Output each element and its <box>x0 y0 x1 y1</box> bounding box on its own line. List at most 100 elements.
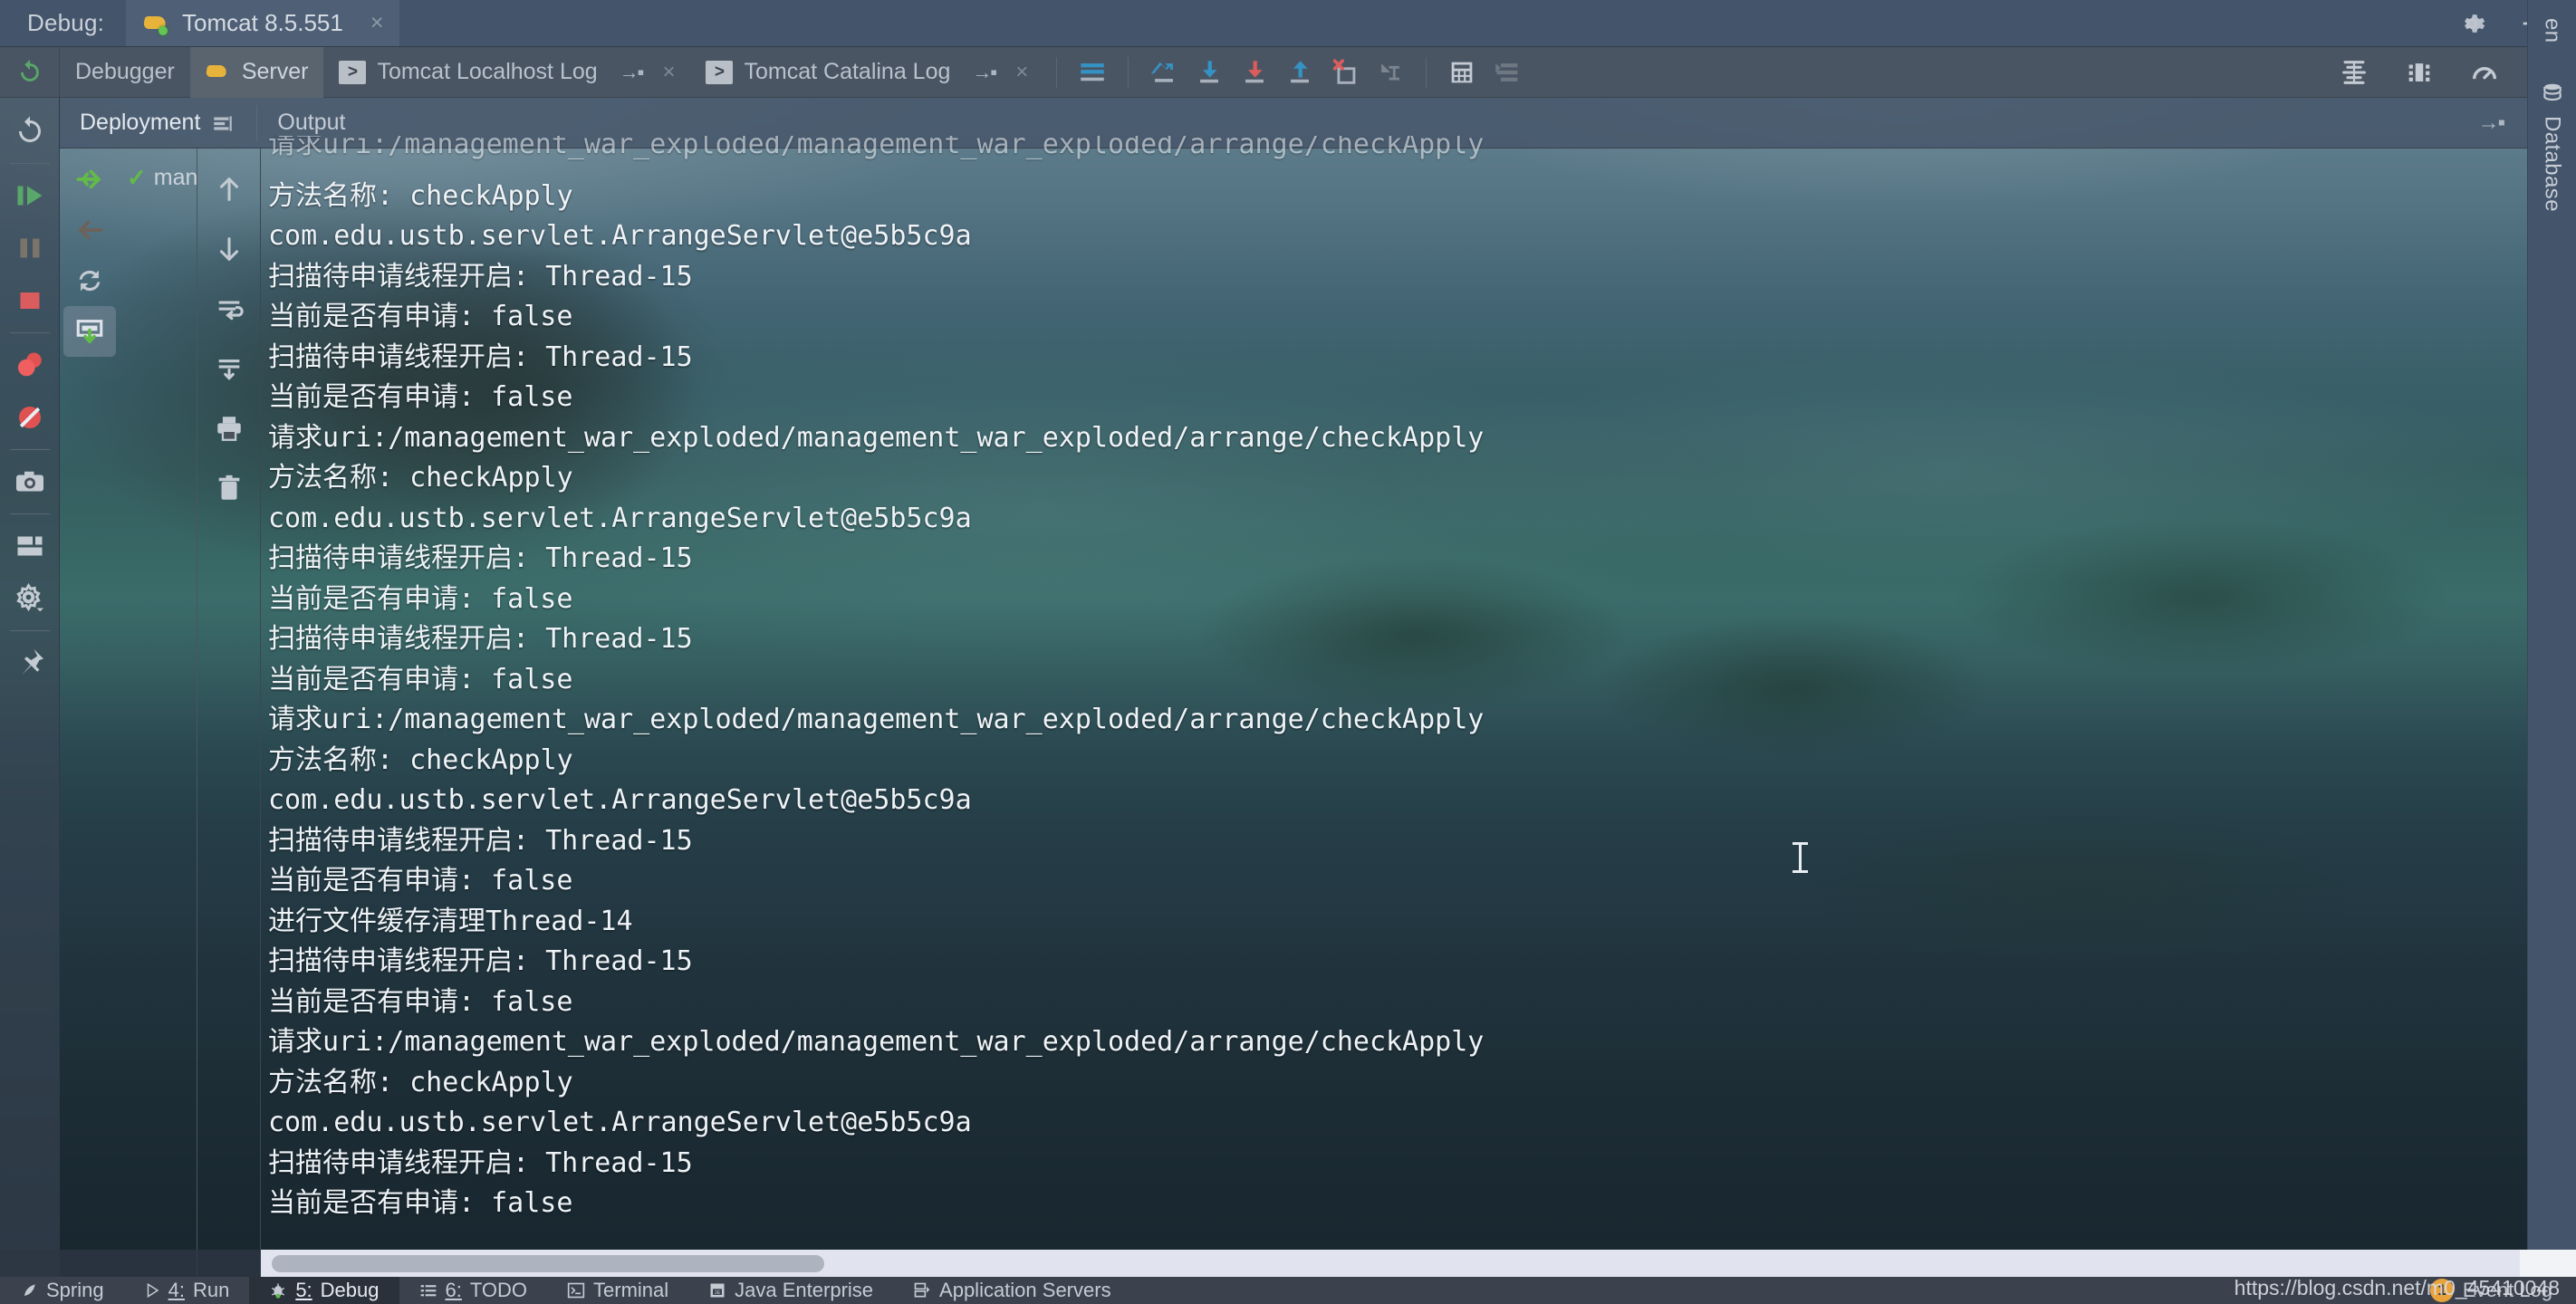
status-bar: Spring 4: Run 5: Debug 6: TODO Terminal … <box>0 1277 2576 1304</box>
status-item-java-enterprise[interactable]: JE Java Enterprise <box>688 1277 893 1304</box>
sidebar-item-database[interactable]: Database <box>2540 67 2565 226</box>
restore-layout-icon[interactable] <box>1141 50 1187 95</box>
close-icon[interactable]: × <box>1015 60 1028 85</box>
pin-tab-icon[interactable] <box>4 637 56 689</box>
scrollbar-thumb[interactable] <box>272 1255 824 1272</box>
console-line: 扫描待申请线程开启: Thread-15 <box>268 260 693 292</box>
console-line: 扫描待申请线程开启: Thread-15 <box>268 824 693 857</box>
event-log-label[interactable]: Event Log <box>2463 1279 2552 1302</box>
sidebar-item-maven-label: en <box>2540 18 2565 43</box>
status-item-debug-label: Debug <box>320 1279 380 1301</box>
tab-deployment[interactable]: Deployment <box>60 98 256 149</box>
event-log-badge: 1 <box>2429 1279 2454 1302</box>
console-line-clipped: 请求uri:/management_war_exploded/managemen… <box>268 136 1485 160</box>
update-resources-icon[interactable] <box>63 306 116 357</box>
status-item-terminal[interactable]: Terminal <box>547 1277 688 1304</box>
status-item-debug-number: 5: <box>295 1279 312 1301</box>
console-horizontal-scrollbar[interactable] <box>261 1250 2520 1277</box>
clear-all-icon[interactable] <box>1322 50 1368 95</box>
debug-actions-rail <box>0 98 60 1277</box>
detach-icon[interactable]: →▪ <box>620 61 645 84</box>
undeploy-icon[interactable] <box>63 205 116 255</box>
stop-icon[interactable] <box>4 274 56 327</box>
ide-debug-window: Debug: Tomcat 8.5.551 × Debugger Server … <box>0 0 2576 1304</box>
collapse-panel-icon[interactable]: →▪ <box>2477 110 2527 136</box>
layout-settings-icon[interactable] <box>4 520 56 572</box>
console-line: 方法名称: checkApply <box>268 743 573 776</box>
run-configuration-tab[interactable]: Tomcat 8.5.551 × <box>126 0 400 46</box>
up-arrow-icon[interactable] <box>202 159 256 219</box>
console-line: com.edu.ustb.servlet.ArrangeServlet@e5b5… <box>268 502 972 534</box>
debug-tool-tabs-row: Debugger Server > Tomcat Localhost Log →… <box>0 46 2527 98</box>
status-item-run-number: 4: <box>168 1279 185 1301</box>
status-item-debug[interactable]: 5: Debug <box>249 1277 399 1304</box>
terminal-icon <box>567 1281 585 1299</box>
rail-divider <box>9 449 50 450</box>
tab-debugger-label: Debugger <box>75 59 175 84</box>
print-table-icon[interactable] <box>1439 50 1485 95</box>
rail-divider <box>9 630 50 631</box>
mute-breakpoints-icon[interactable] <box>4 339 56 391</box>
print-icon[interactable] <box>202 398 256 458</box>
rerun-icon[interactable] <box>4 105 56 158</box>
trash-icon[interactable] <box>202 458 256 518</box>
close-icon[interactable]: × <box>662 60 675 85</box>
console-output[interactable]: 请求uri:/management_war_exploded/managemen… <box>261 136 2482 1230</box>
tomcat-cat-icon <box>142 12 169 35</box>
down-arrow-icon[interactable] <box>202 219 256 279</box>
threads-icon[interactable] <box>2331 50 2377 95</box>
right-tool-sidebar: en Database <box>2527 0 2576 1277</box>
status-item-run[interactable]: 4: Run <box>124 1277 250 1304</box>
bottom-strip <box>0 1250 261 1277</box>
resume-program-icon[interactable] <box>4 169 56 222</box>
status-item-todo[interactable]: 6: TODO <box>399 1277 548 1304</box>
console-line: 请求uri:/management_war_exploded/managemen… <box>268 704 1485 735</box>
soft-wrap-icon[interactable] <box>202 279 256 339</box>
toolbar-divider <box>1128 56 1129 88</box>
settings-list-icon[interactable] <box>1485 50 1530 95</box>
console-line: com.edu.ustb.servlet.ArrangeServlet@e5b5… <box>268 784 972 816</box>
database-icon <box>2541 82 2564 105</box>
pause-program-icon[interactable] <box>4 222 56 274</box>
gear-icon[interactable] <box>2456 8 2487 39</box>
console-log-icon: > <box>706 60 734 84</box>
tab-tomcat-catalina-log[interactable]: > Tomcat Catalina Log →▪ × <box>690 47 1043 98</box>
settings-gear-icon[interactable] <box>4 572 56 625</box>
scroll-up-icon[interactable] <box>1277 50 1322 95</box>
status-item-spring-label: Spring <box>46 1279 104 1301</box>
status-item-run-label: Run <box>192 1279 230 1301</box>
rail-divider <box>9 163 50 164</box>
text-caret <box>1793 842 1808 873</box>
soft-wrap-icon[interactable] <box>1368 50 1413 95</box>
redeploy-icon[interactable] <box>63 255 116 306</box>
screenshot-icon[interactable] <box>4 455 56 508</box>
memory-view-icon[interactable] <box>2397 50 2442 95</box>
console-line: 扫描待申请线程开启: Thread-15 <box>268 542 693 574</box>
tab-server[interactable]: Server <box>189 46 324 98</box>
status-item-spring[interactable]: Spring <box>0 1277 124 1304</box>
profiler-icon[interactable] <box>2462 50 2507 95</box>
deploy-all-icon[interactable] <box>63 154 116 205</box>
close-icon[interactable]: × <box>370 10 384 36</box>
status-item-terminal-label: Terminal <box>593 1279 669 1301</box>
scroll-to-end-icon[interactable] <box>1070 50 1115 95</box>
console-line: 扫描待申请线程开启: Thread-15 <box>268 1146 693 1179</box>
rerun-button[interactable] <box>0 46 60 98</box>
todo-list-icon <box>419 1281 437 1299</box>
tab-tomcat-localhost-log[interactable]: > Tomcat Localhost Log →▪ × <box>323 47 690 98</box>
console-line: 请求uri:/management_war_exploded/managemen… <box>268 1026 1485 1058</box>
scroll-to-end-icon[interactable] <box>202 339 256 398</box>
run-configuration-label: Tomcat 8.5.551 <box>182 9 343 36</box>
toolbar-divider <box>1426 56 1427 88</box>
view-breakpoints-icon[interactable] <box>4 391 56 444</box>
console-line: 当前是否有申请: false <box>268 985 573 1018</box>
rail-divider <box>9 513 50 514</box>
status-item-application-servers[interactable]: Application Servers <box>893 1277 1131 1304</box>
tab-debugger[interactable]: Debugger <box>60 47 190 98</box>
scroll-to-bottom-red-icon[interactable] <box>1232 50 1277 95</box>
detach-icon[interactable]: →▪ <box>972 61 997 84</box>
scrollbar-corner <box>2520 1250 2576 1277</box>
list-item[interactable]: ✓ man <box>120 158 197 197</box>
scroll-down-icon[interactable] <box>1187 50 1232 95</box>
sidebar-item-maven[interactable]: en <box>2540 4 2565 67</box>
